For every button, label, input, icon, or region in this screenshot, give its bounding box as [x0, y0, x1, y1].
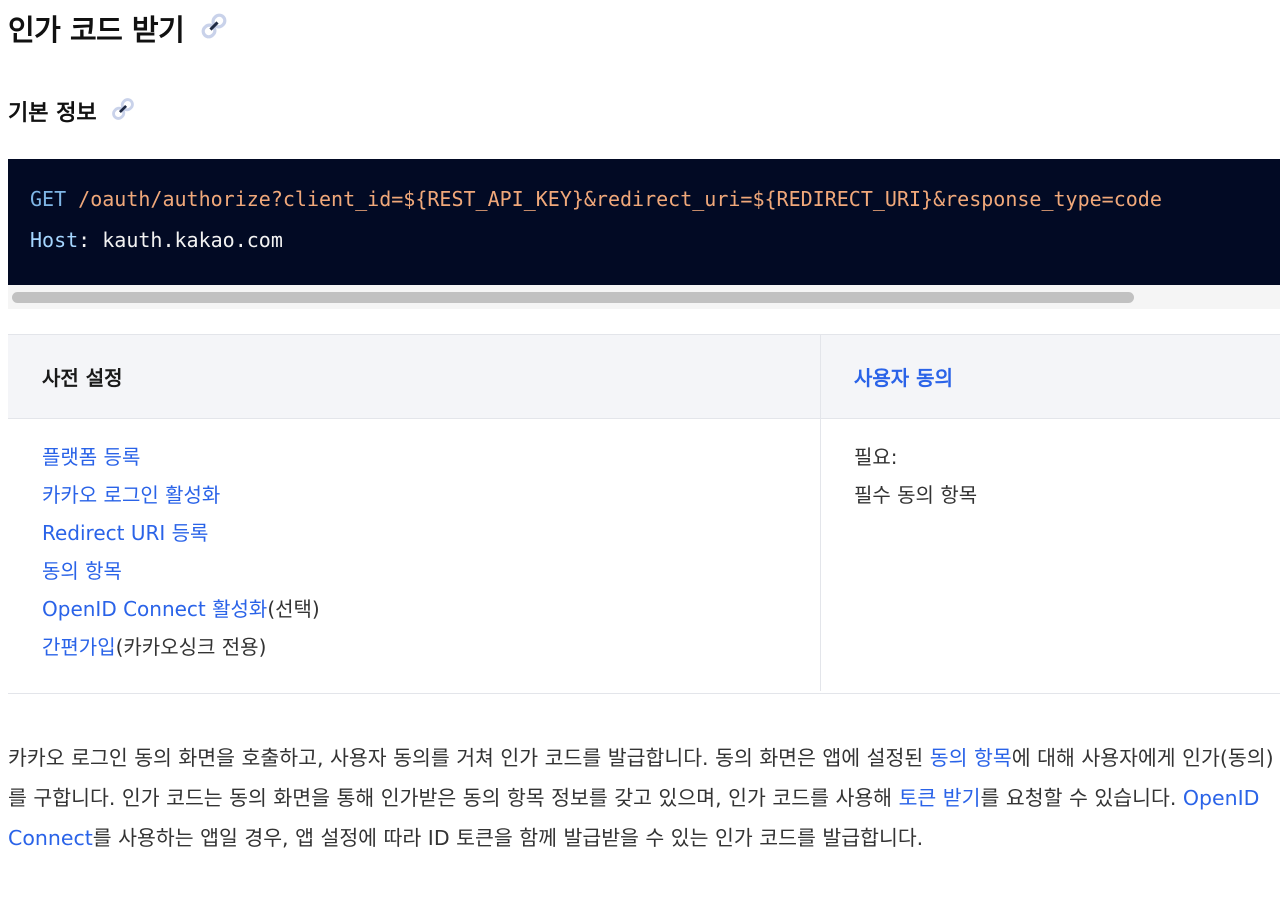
platform-link[interactable]: 플랫폼 등록: [42, 445, 140, 469]
link-icon[interactable]: [109, 95, 137, 127]
code-scrollbar[interactable]: [8, 285, 1280, 309]
list-item: 동의 항목: [42, 552, 320, 590]
prereq-list: 플랫폼 등록 카카오 로그인 활성화 Redirect URI 등록 동의 항목…: [42, 438, 320, 666]
code-line-request: GET /oauth/authorize?client_id=${REST_AP…: [30, 187, 1162, 211]
description-text: 카카오 로그인 동의 화면을 호출하고, 사용자 동의를 거쳐 인가 코드를 발…: [8, 746, 930, 770]
host-value: kauth.kakao.com: [102, 228, 283, 252]
list-item: Redirect URI 등록: [42, 514, 320, 552]
http-method: GET: [30, 187, 67, 211]
section-title: 기본 정보: [8, 101, 97, 126]
get-token-link[interactable]: 토큰 받기: [899, 786, 981, 810]
redirect-uri-link[interactable]: Redirect URI 등록: [42, 521, 208, 545]
consent-items-link[interactable]: 동의 항목: [42, 559, 122, 583]
table-header: [8, 335, 1280, 419]
list-item: 간편가입(카카오싱크 전용): [42, 628, 320, 666]
consent-items-inline-link[interactable]: 동의 항목: [930, 746, 1012, 770]
kakaosync-note: (카카오싱크 전용): [115, 635, 267, 659]
description-text: 를 요청할 수 있습니다.: [980, 786, 1183, 810]
link-icon[interactable]: [198, 10, 230, 46]
list-item: OpenID Connect 활성화(선택): [42, 590, 320, 628]
page-heading: 인가 코드 받기: [8, 6, 230, 50]
header-prereq: 사전 설정: [42, 366, 123, 390]
info-table: 사전 설정 사용자 동의 플랫폼 등록 카카오 로그인 활성화 Redirect…: [8, 334, 1280, 694]
host-separator: :: [78, 228, 91, 252]
required-value: 필수 동의 항목: [854, 483, 978, 507]
section-heading: 기본 정보: [8, 92, 137, 130]
host-key: Host: [30, 228, 79, 252]
code-line-host: Host: kauth.kakao.com: [30, 228, 283, 252]
code-block: GET /oauth/authorize?client_id=${REST_AP…: [8, 159, 1280, 285]
scrollbar-thumb[interactable]: [12, 292, 1134, 303]
oidc-link[interactable]: OpenID Connect 활성화: [42, 597, 267, 621]
consent-info: 필요: 필수 동의 항목: [854, 438, 977, 514]
required-label: 필요:: [854, 445, 898, 469]
optional-note: (선택): [267, 597, 320, 621]
header-consent-link[interactable]: 사용자 동의: [854, 335, 953, 418]
list-item: 플랫폼 등록: [42, 438, 320, 476]
request-path: /oauth/authorize?client_id=${REST_API_KE…: [78, 187, 1162, 211]
column-divider: [820, 335, 821, 691]
description-text: 를 사용하는 앱일 경우, 앱 설정에 따라 ID 토큰을 함께 발급받을 수 …: [92, 826, 924, 850]
kakao-login-link[interactable]: 카카오 로그인 활성화: [42, 483, 220, 507]
page-title: 인가 코드 받기: [8, 13, 185, 47]
description-paragraph: 카카오 로그인 동의 화면을 호출하고, 사용자 동의를 거쳐 인가 코드를 발…: [8, 738, 1276, 858]
simple-signup-link[interactable]: 간편가입: [42, 635, 116, 659]
list-item: 카카오 로그인 활성화: [42, 476, 320, 514]
